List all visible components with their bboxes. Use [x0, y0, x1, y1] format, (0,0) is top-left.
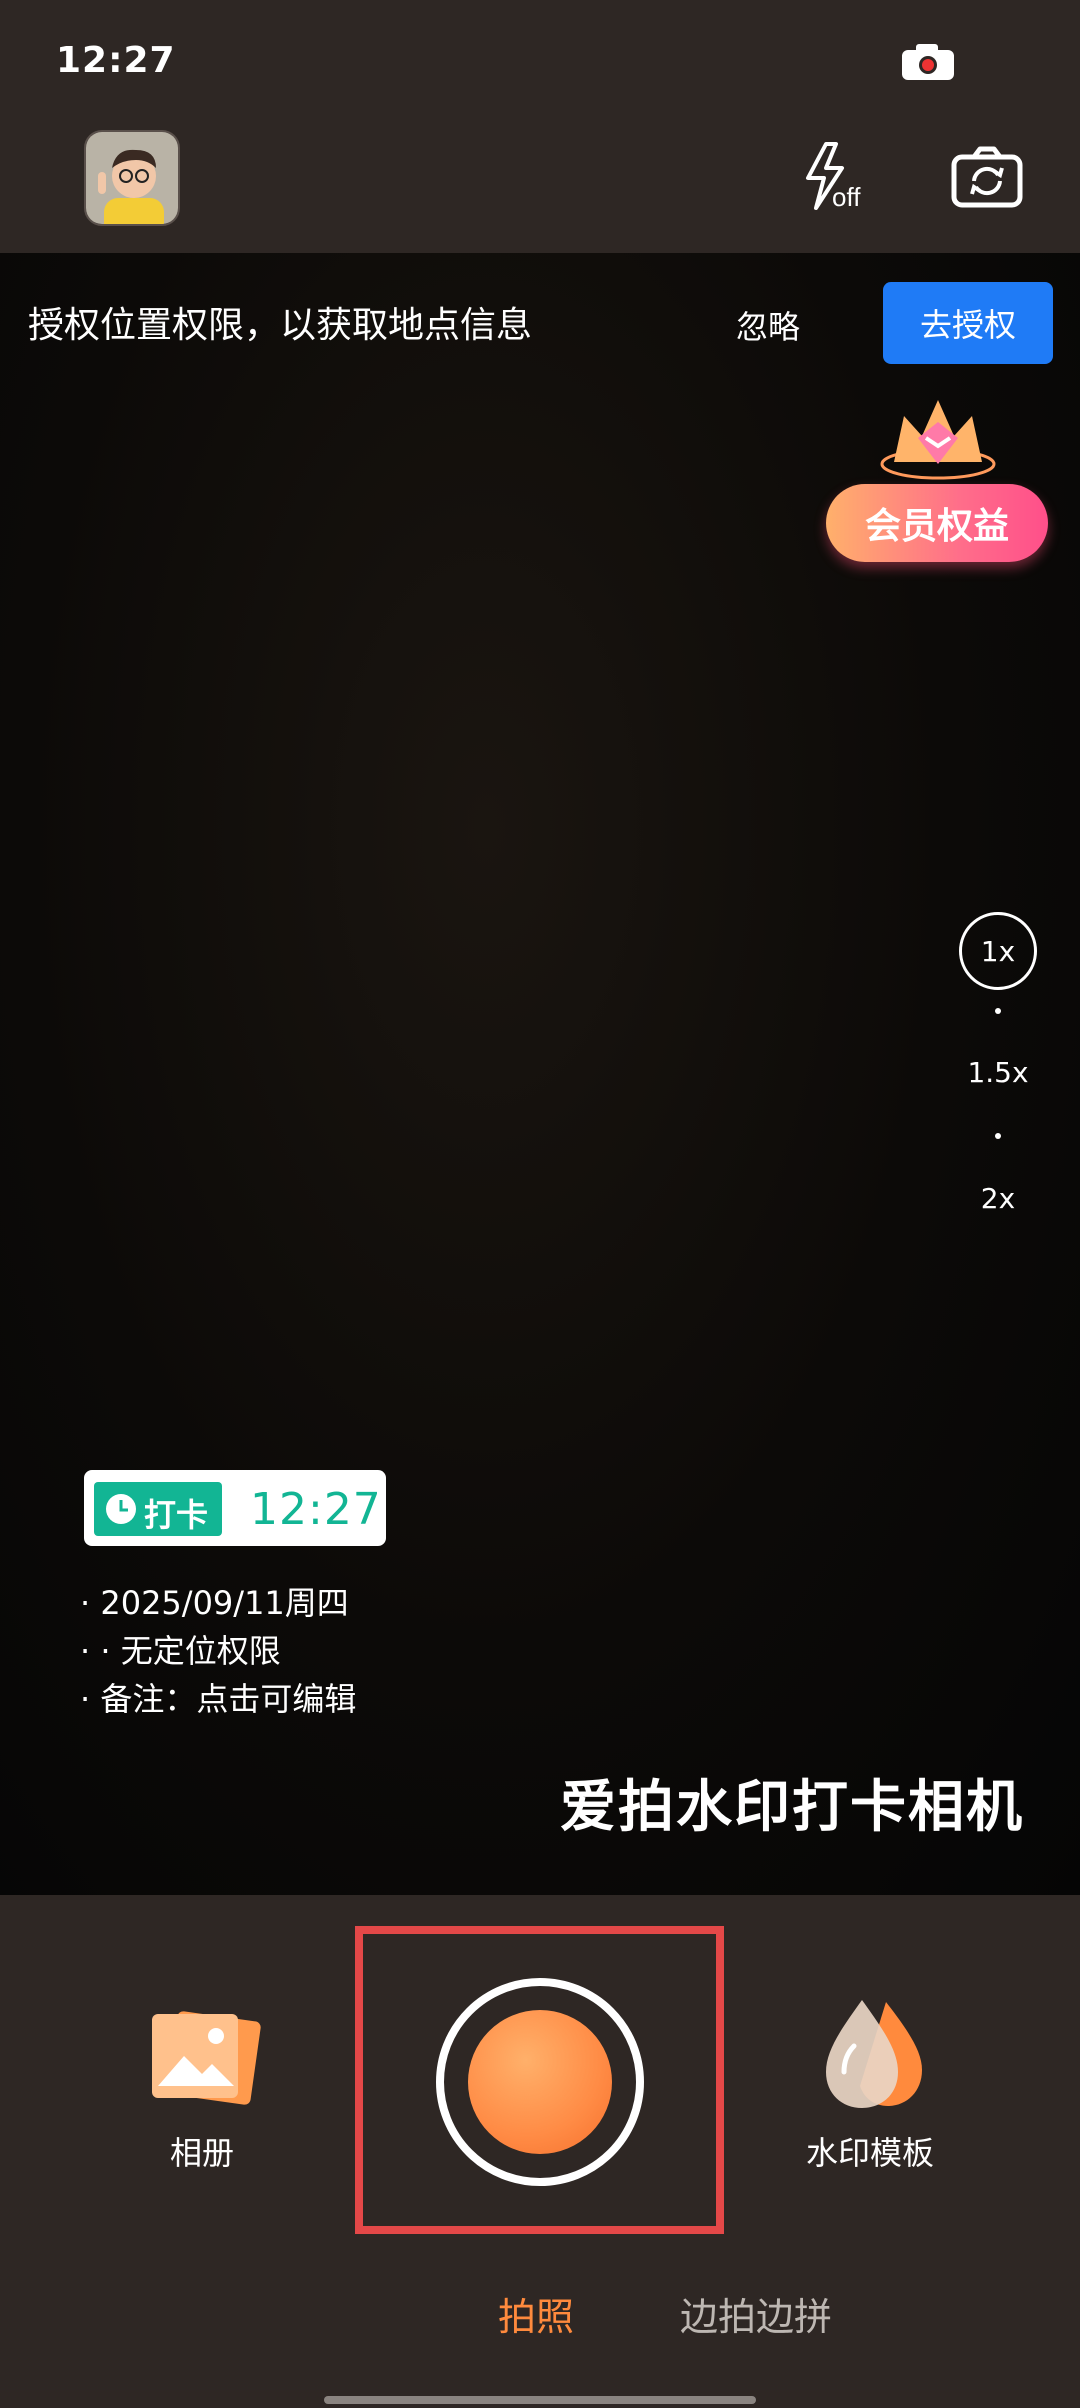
- watermark-note[interactable]: · 备注：点击可编辑: [80, 1674, 356, 1720]
- permission-message: 授权位置权限，以获取地点信息: [28, 305, 533, 346]
- mode-photo-tab[interactable]: 拍照: [498, 2286, 574, 2341]
- clock-icon: [106, 1494, 136, 1524]
- watermark-date: · 2025/09/11周四: [80, 1584, 349, 1622]
- ignore-button[interactable]: 忽略: [736, 302, 800, 348]
- watermark-template-icon[interactable]: [824, 1998, 924, 2110]
- album-icon[interactable]: [148, 2008, 264, 2108]
- home-indicator[interactable]: [324, 2396, 756, 2404]
- authorize-button[interactable]: 去授权: [883, 282, 1053, 364]
- flash-off-icon[interactable]: off: [796, 140, 868, 212]
- svg-text:off: off: [832, 182, 861, 212]
- template-label[interactable]: 水印模板: [806, 2128, 934, 2174]
- checkin-tag-label: 打卡: [144, 1496, 209, 1534]
- zoom-separator: [995, 1133, 1001, 1139]
- camera-status-icon: [902, 44, 954, 80]
- watermark-time: 12:27: [250, 1484, 382, 1535]
- mode-split-tab[interactable]: 边拍边拼: [680, 2286, 832, 2341]
- album-label[interactable]: 相册: [170, 2128, 234, 2174]
- shutter-button[interactable]: [468, 2010, 612, 2154]
- watermark-card[interactable]: 打卡 12:27: [84, 1470, 386, 1546]
- zoom-2x-button[interactable]: 2x: [948, 1182, 1048, 1215]
- brand-text: 爱拍水印打卡相机: [560, 1775, 1024, 1840]
- zoom-separator: [995, 1008, 1001, 1014]
- avatar[interactable]: [84, 130, 180, 226]
- zoom-1-5x-button[interactable]: 1.5x: [948, 1056, 1048, 1089]
- switch-camera-icon[interactable]: [950, 145, 1024, 209]
- status-time: 12:27: [56, 40, 176, 81]
- zoom-1x-button[interactable]: 1x: [959, 912, 1037, 990]
- watermark-location: · · 无定位权限: [80, 1632, 281, 1670]
- vip-benefits-button[interactable]: 会员权益: [826, 392, 1050, 576]
- diamond-crown-icon: [880, 400, 996, 480]
- vip-label: 会员权益: [826, 484, 1048, 562]
